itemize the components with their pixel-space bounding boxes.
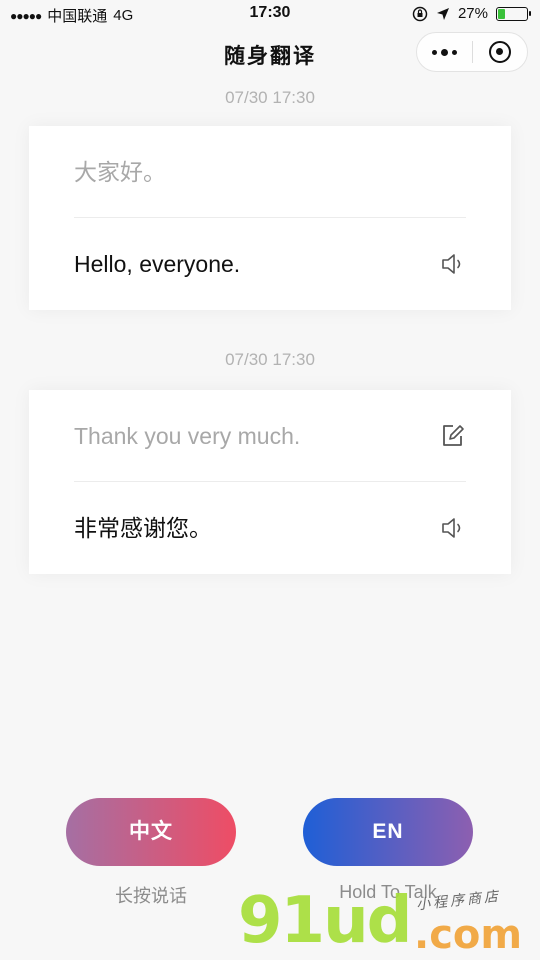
translation-card: 大家好。 Hello, everyone. (29, 126, 511, 310)
translated-text: 非常感谢您。 (74, 515, 212, 541)
chinese-talk-button[interactable]: 中文 (66, 798, 236, 866)
translated-text: Hello, everyone. (74, 251, 241, 277)
source-row: Thank you very much. (74, 390, 466, 482)
nav-bar: 随身翻译 (0, 28, 540, 78)
source-text: Thank you very much. (74, 423, 301, 449)
watermark-domain: .com (414, 912, 523, 958)
edit-icon[interactable] (440, 423, 466, 449)
source-text: 大家好。 (74, 159, 166, 185)
translated-row: 非常感谢您。 (74, 482, 466, 574)
close-mini-program-button[interactable] (473, 33, 528, 71)
english-talk-button[interactable]: EN (303, 798, 473, 866)
target-circle-icon (488, 41, 511, 63)
battery-fill (498, 8, 505, 19)
more-dots-icon (431, 48, 457, 56)
battery-percent: 27% (457, 5, 488, 22)
status-bar: ●●●●● 中国联通 4G 17:30 27% (0, 0, 540, 28)
chinese-hold-hint: 长按说话 (115, 886, 187, 906)
status-right: 27% (412, 5, 531, 22)
english-hold-hint: Hold To Talk (339, 882, 437, 902)
rotation-lock-icon (412, 6, 428, 21)
message-timestamp: 07/30 17:30 (225, 88, 315, 107)
speaker-icon[interactable] (440, 251, 466, 277)
more-button[interactable] (417, 33, 472, 71)
message-timestamp: 07/30 17:30 (225, 350, 315, 369)
translated-row: Hello, everyone. (74, 218, 466, 310)
mini-program-capsule (416, 32, 528, 72)
source-row: 大家好。 (74, 126, 466, 218)
location-arrow-icon (436, 7, 449, 20)
battery-icon (496, 6, 531, 21)
speaker-icon[interactable] (440, 515, 466, 541)
translation-card: Thank you very much. 非常感谢您。 (29, 390, 511, 574)
